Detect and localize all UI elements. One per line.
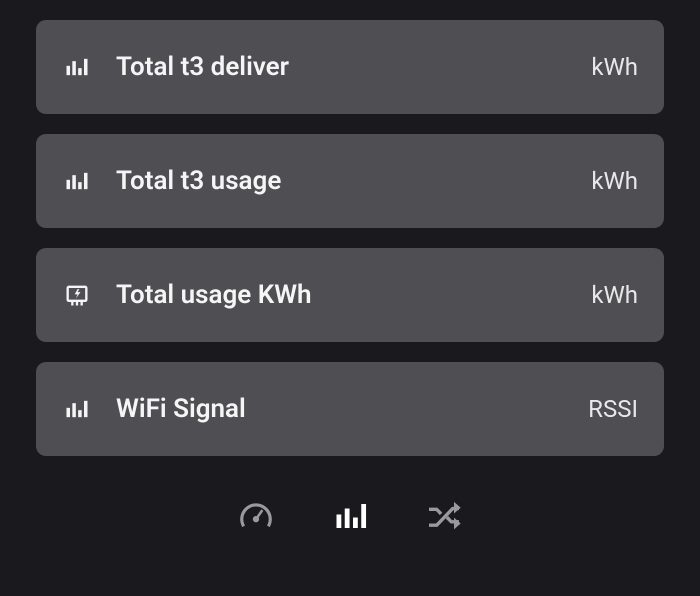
shuffle-icon[interactable] [422,494,466,538]
chart-bars-icon [62,394,92,424]
sensor-card-wifi-signal[interactable]: WiFi Signal RSSI [36,362,664,456]
chart-bars-icon [62,166,92,196]
bottom-nav [36,494,664,538]
chart-bars-icon [62,52,92,82]
sensor-card-total-usage[interactable]: Total usage KWh kWh [36,248,664,342]
sensor-label: Total t3 deliver [116,52,591,82]
gauge-icon[interactable] [234,494,278,538]
chart-bars-icon[interactable] [328,494,372,538]
sensor-unit: RSSI [588,395,638,423]
energy-meter-icon [62,280,92,310]
sensor-label: Total t3 usage [116,166,591,196]
sensor-label: Total usage KWh [116,280,591,310]
sensor-unit: kWh [591,53,638,81]
sensor-card-t3-deliver[interactable]: Total t3 deliver kWh [36,20,664,114]
sensor-card-t3-usage[interactable]: Total t3 usage kWh [36,134,664,228]
sensor-list: Total t3 deliver kWh Total t3 usage kWh … [36,20,664,456]
sensor-unit: kWh [591,167,638,195]
sensor-label: WiFi Signal [116,394,588,424]
sensor-unit: kWh [591,281,638,309]
